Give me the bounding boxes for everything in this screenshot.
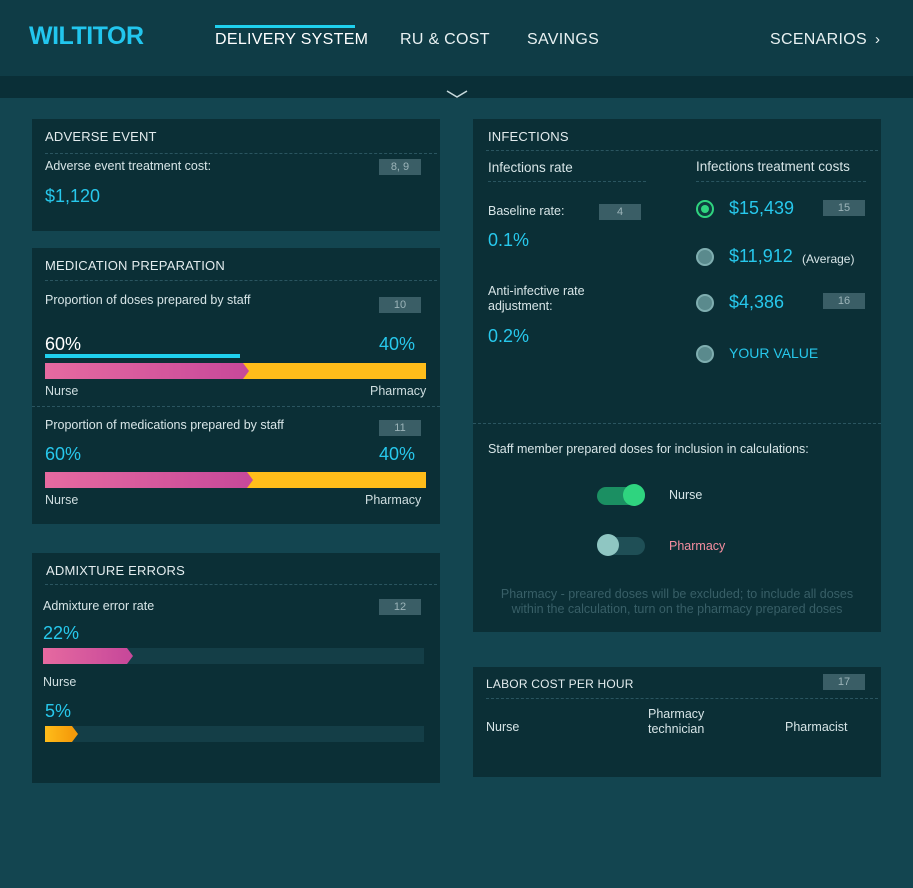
reference-badge: 8, 9: [379, 159, 421, 175]
infections-costs-heading: Infections treatment costs: [696, 159, 850, 174]
medication-preparation-panel: MEDICATION PREPARATION Proportion of dos…: [32, 248, 440, 524]
labor-column-tech-line2: technician: [648, 722, 705, 736]
meds-nurse-percent[interactable]: 60%: [45, 444, 81, 465]
admixture-error-rate-label: Admixture error rate: [43, 599, 155, 613]
admixture-nurse-label: Nurse: [43, 675, 77, 689]
meds-nurse-label: Nurse: [45, 493, 79, 507]
doses-nurse-label: Nurse: [45, 384, 79, 398]
anti-infective-label-line1: Anti-infective rate: [488, 284, 585, 298]
pharmacy-toggle-label: Pharmacy: [669, 539, 726, 553]
adverse-event-panel: ADVERSE EVENT Adverse event treatment co…: [32, 119, 440, 231]
adverse-event-cost-value[interactable]: $1,120: [45, 186, 100, 207]
pharmacy-exclusion-note-line1: Pharmacy - preared doses will be exclude…: [500, 587, 854, 601]
doses-pharmacy-percent[interactable]: 40%: [379, 334, 415, 355]
bar-arrow-tip: [243, 363, 249, 379]
anti-infective-rate-value[interactable]: 0.2%: [488, 326, 529, 347]
cost-option-radio-2[interactable]: [696, 248, 714, 266]
reference-badge: 16: [823, 293, 865, 309]
adverse-event-title: ADVERSE EVENT: [45, 129, 157, 144]
doses-nurse-percent[interactable]: 60%: [45, 334, 81, 355]
bar-arrow-tip: [247, 472, 253, 488]
admixture-errors-title: ADMIXTURE ERRORS: [46, 563, 185, 578]
meds-pharmacy-label: Pharmacy: [365, 493, 422, 507]
admixture-pharmacy-value[interactable]: 5%: [45, 701, 71, 722]
divider: [45, 584, 437, 585]
pharmacy-toggle[interactable]: [597, 534, 645, 556]
divider: [45, 153, 437, 154]
tab-ru-and-cost[interactable]: RU & COST: [400, 31, 490, 49]
baseline-rate-label: Baseline rate:: [488, 204, 565, 218]
meds-nurse-fill: [45, 472, 247, 488]
labor-column-tech-line1: Pharmacy: [648, 707, 705, 721]
scenarios-link[interactable]: SCENARIOS ›: [770, 31, 880, 49]
medications-proportion-label: Proportion of medications prepared by st…: [45, 418, 284, 432]
bar-arrow-tip: [72, 726, 78, 742]
admixture-errors-panel: ADMIXTURE ERRORS Admixture error rate 12…: [32, 553, 440, 783]
chevron-down-icon[interactable]: [446, 88, 468, 102]
medication-preparation-title: MEDICATION PREPARATION: [45, 258, 225, 273]
chevron-right-icon: ›: [874, 31, 881, 48]
reference-badge: 15: [823, 200, 865, 216]
labor-column-nurse: Nurse: [486, 720, 520, 734]
divider: [32, 406, 440, 407]
divider: [473, 423, 881, 424]
reference-badge: 11: [379, 420, 421, 436]
cost-option-value-3[interactable]: $4,386: [729, 292, 784, 313]
labor-cost-panel: LABOR COST PER HOUR 17 Nurse Pharmacy te…: [473, 667, 881, 777]
divider: [488, 181, 646, 182]
doses-proportion-label: Proportion of doses prepared by staff: [45, 293, 251, 307]
divider: [486, 698, 878, 699]
nurse-toggle[interactable]: [597, 484, 645, 506]
infections-rate-heading: Infections rate: [488, 160, 573, 175]
scenarios-label: SCENARIOS: [770, 31, 867, 48]
adverse-event-cost-label: Adverse event treatment cost:: [45, 159, 212, 173]
toggle-knob: [597, 534, 619, 556]
cost-option-value-2[interactable]: $11,912: [729, 246, 793, 267]
your-value-option[interactable]: YOUR VALUE: [729, 345, 818, 361]
divider: [486, 150, 878, 151]
labor-cost-title: LABOR COST PER HOUR: [486, 677, 634, 691]
reference-badge: 10: [379, 297, 421, 313]
tab-delivery-system[interactable]: DELIVERY SYSTEM: [215, 31, 368, 49]
doses-split-slider[interactable]: [45, 363, 426, 379]
doses-nurse-fill: [45, 363, 243, 379]
top-navigation-bar: WILTITOR DELIVERY SYSTEM RU & COST SAVIN…: [0, 0, 913, 76]
admixture-nurse-slider[interactable]: [43, 648, 424, 664]
tab-savings[interactable]: SAVINGS: [527, 31, 599, 49]
labor-column-pharmacist: Pharmacist: [785, 720, 848, 734]
meds-pharmacy-percent[interactable]: 40%: [379, 444, 415, 465]
baseline-rate-value[interactable]: 0.1%: [488, 230, 529, 251]
cost-option-value-1[interactable]: $15,439: [729, 198, 794, 219]
doses-pharmacy-label: Pharmacy: [370, 384, 427, 398]
reference-badge: 4: [599, 204, 641, 220]
meds-split-slider[interactable]: [45, 472, 426, 488]
admixture-pharmacy-slider[interactable]: [45, 726, 424, 742]
cost-option-radio-4[interactable]: [696, 345, 714, 363]
toggle-knob: [623, 484, 645, 506]
active-tab-indicator: [215, 25, 355, 28]
cost-option-radio-1[interactable]: [696, 200, 714, 218]
pharmacy-exclusion-note-line2: within the calculation, turn on the phar…: [511, 602, 843, 616]
admixture-nurse-fill: [43, 648, 127, 664]
average-suffix: (Average): [802, 252, 855, 266]
anti-infective-label-line2: adjustment:: [488, 299, 553, 313]
divider: [45, 280, 437, 281]
reference-badge: 12: [379, 599, 421, 615]
divider: [696, 181, 866, 182]
nurse-toggle-label: Nurse: [669, 488, 703, 502]
admixture-pharmacy-fill: [45, 726, 72, 742]
bar-arrow-tip: [127, 648, 133, 664]
admixture-nurse-value[interactable]: 22%: [43, 623, 79, 644]
staff-inclusion-heading: Staff member prepared doses for inclusio…: [488, 442, 809, 456]
infections-title: INFECTIONS: [488, 129, 569, 144]
doses-active-indicator: [45, 354, 240, 358]
brand-logo[interactable]: WILTITOR: [29, 22, 144, 51]
reference-badge: 17: [823, 674, 865, 690]
cost-option-radio-3[interactable]: [696, 294, 714, 312]
infections-panel: INFECTIONS Infections rate Infections tr…: [473, 119, 881, 632]
